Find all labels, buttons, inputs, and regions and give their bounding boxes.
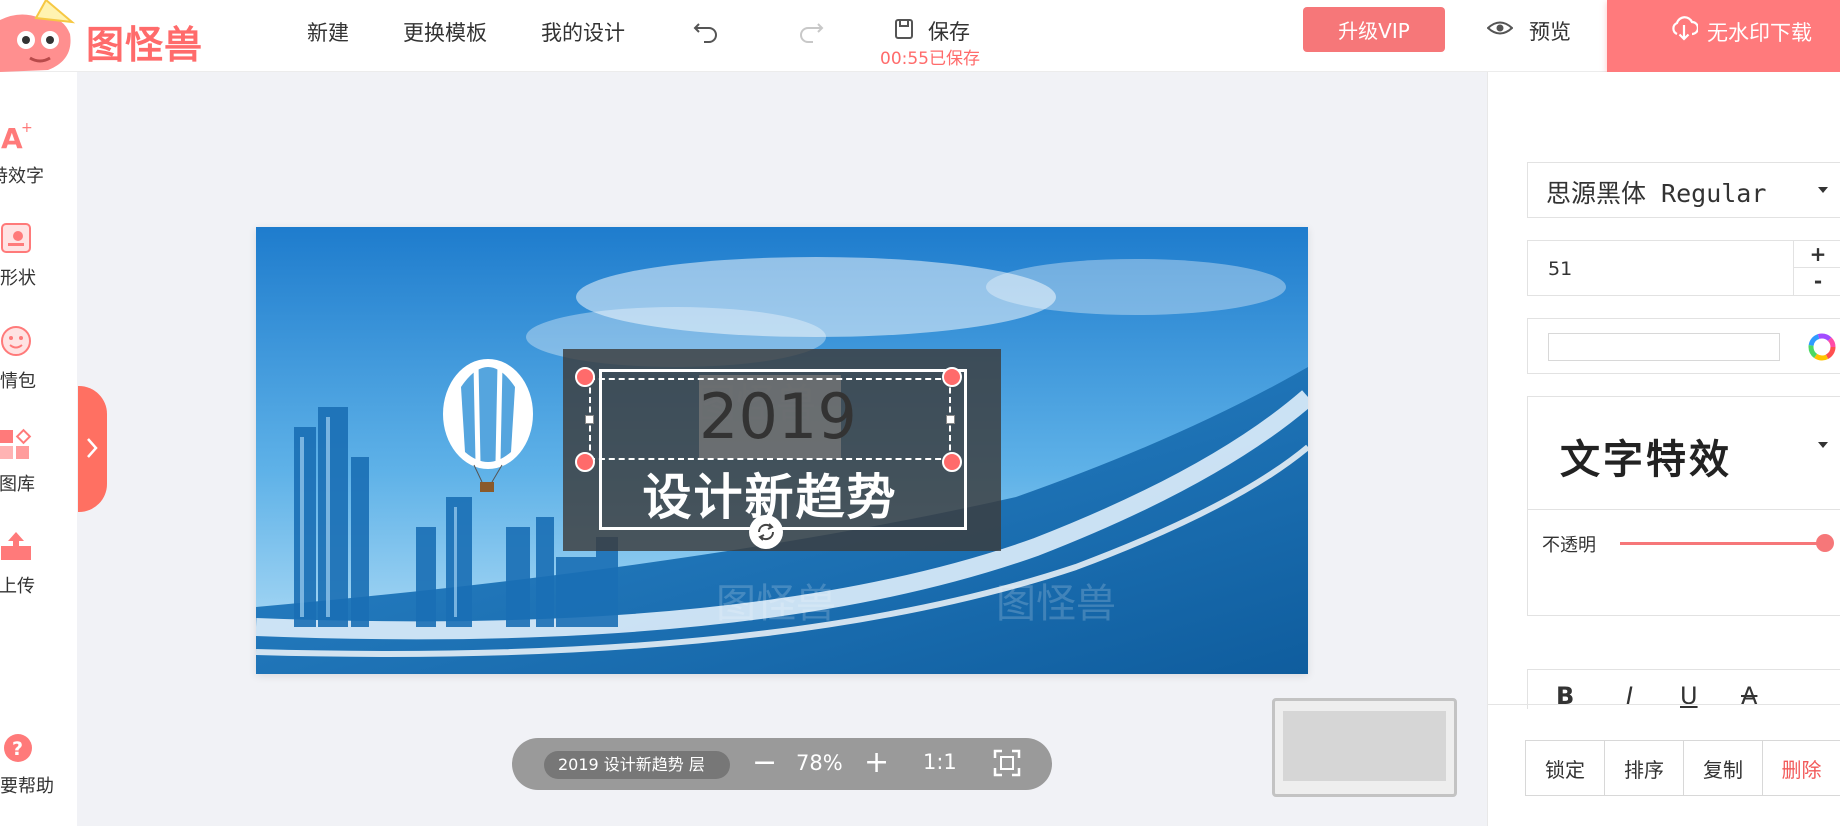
chevron-down-icon[interactable] — [1818, 442, 1828, 448]
save-button[interactable]: 保存 — [928, 16, 970, 46]
sidebar-item-shapes[interactable]: 线条形状 — [0, 222, 77, 302]
font-size-decrease-button[interactable]: - — [1794, 268, 1840, 295]
save-area[interactable]: 保存 00:55已保存 — [880, 14, 1004, 70]
opacity-label: 不透明 — [1542, 535, 1596, 556]
mascot-logo-icon — [0, 0, 76, 72]
fit-screen-icon[interactable] — [992, 748, 1022, 778]
text-effect-select[interactable]: 文字特效 — [1560, 427, 1732, 485]
undo-icon[interactable] — [690, 14, 722, 46]
save-status-text: 00:55已保存 — [880, 49, 980, 69]
copy-button[interactable]: 复制 — [1683, 740, 1763, 796]
sidebar-label-gallery: 图库 — [0, 474, 35, 495]
gallery-icon — [0, 428, 32, 459]
font-family-value: 思源黑体 Regular — [1546, 179, 1767, 208]
help-icon: ? — [4, 734, 32, 762]
eye-icon — [1487, 21, 1513, 35]
cloud-download-icon — [1672, 16, 1698, 41]
watermark-free-download-button[interactable]: 无水印下载 — [1607, 0, 1840, 72]
delete-button[interactable]: 删除 — [1762, 740, 1840, 796]
zoom-out-button[interactable]: − — [752, 746, 777, 780]
redo-icon[interactable] — [795, 14, 827, 46]
resize-handle-left[interactable] — [585, 415, 594, 424]
canvas-minimap[interactable] — [1272, 698, 1457, 797]
svg-text:+: + — [21, 120, 33, 136]
preview-label: 预览 — [1529, 20, 1571, 44]
save-icon[interactable] — [892, 17, 916, 41]
sidebar-item-upload[interactable]: 上传 — [0, 530, 77, 610]
resize-handle-bottom-left[interactable] — [575, 452, 595, 472]
opacity-slider-knob[interactable] — [1816, 534, 1834, 552]
watermark-text: 图怪兽 — [996, 581, 1116, 627]
chevron-right-icon — [87, 438, 98, 458]
sidebar-label-shapes: 线条形状 — [0, 268, 36, 289]
resize-handle-top-left[interactable] — [575, 367, 595, 387]
effect-text-icon: A + — [1, 120, 33, 154]
text-format-toolbar: B I U A — [1527, 669, 1840, 709]
actual-size-button[interactable]: 1:1 — [923, 750, 957, 774]
selection-box[interactable] — [589, 378, 951, 460]
help-label: 需要帮助 — [0, 776, 54, 797]
sidebar-label-emoji: 表情包 — [0, 371, 36, 392]
my-designs-button[interactable]: 我的设计 — [541, 17, 625, 47]
opacity-slider-track[interactable] — [1620, 542, 1826, 545]
new-design-button[interactable]: 新建 — [307, 17, 349, 47]
properties-panel: 思源黑体 Regular 51 + - 文字特效 不透明 B I U A 锁定 … — [1487, 72, 1840, 826]
zoom-level: 78% — [796, 751, 843, 775]
arrange-button[interactable]: 排序 — [1604, 740, 1684, 796]
font-size-stepper: + - — [1793, 241, 1840, 295]
text-effect-panel: 文字特效 不透明 — [1527, 396, 1840, 616]
sidebar-label-upload: 上传 — [0, 576, 35, 597]
top-bar: 图怪兽 新建 更换模板 我的设计 保存 00:55已保存 升级VIP 预览 无水… — [0, 0, 1840, 72]
panel-divider — [1488, 704, 1840, 705]
panel-collapse-tab[interactable] — [78, 386, 107, 512]
shape-icon — [1, 223, 31, 253]
resize-handle-right[interactable] — [946, 415, 955, 424]
change-template-button[interactable]: 更换模板 — [403, 17, 487, 47]
font-family-select[interactable]: 思源黑体 Regular — [1527, 162, 1840, 218]
lock-button[interactable]: 锁定 — [1525, 740, 1605, 796]
zoom-in-button[interactable]: + — [864, 746, 889, 780]
brand-logo-text[interactable]: 图怪兽 — [86, 14, 203, 69]
font-size-field[interactable]: 51 + - — [1527, 240, 1840, 296]
emoji-icon — [1, 326, 31, 356]
minimap-viewport — [1283, 711, 1446, 781]
sidebar-item-emoji[interactable]: 表情包 — [0, 325, 77, 405]
preview-button[interactable]: 预览 — [1487, 14, 1607, 48]
svg-text:A: A — [1, 122, 23, 154]
sidebar-item-effect-text[interactable]: A + 特效字 — [0, 120, 77, 200]
sidebar-label-effect-text: 特效字 — [0, 166, 44, 187]
font-size-value: 51 — [1548, 258, 1573, 280]
upload-icon — [1, 532, 31, 560]
opacity-row: 不透明 — [1528, 509, 1840, 615]
left-sidebar: A + 特效字 线条形状 表情包 图库 上 — [0, 72, 77, 826]
watermark-text: 图怪兽 — [716, 581, 836, 627]
text-color-field — [1527, 318, 1840, 374]
color-wheel-icon[interactable] — [1807, 332, 1837, 362]
resize-handle-top-right[interactable] — [942, 367, 962, 387]
svg-text:?: ? — [12, 738, 23, 760]
chevron-down-icon — [1818, 187, 1828, 193]
zoom-toolbar: 2019 设计新趋势 层 − 78% + 1:1 — [512, 738, 1052, 790]
rotate-icon — [757, 523, 775, 541]
upgrade-vip-button[interactable]: 升级VIP — [1303, 7, 1445, 52]
help-button[interactable]: ? 需要帮助 — [0, 730, 77, 810]
text-color-swatch[interactable] — [1548, 333, 1780, 361]
sidebar-item-gallery[interactable]: 图库 — [0, 428, 77, 508]
rotate-handle[interactable] — [749, 515, 783, 549]
resize-handle-bottom-right[interactable] — [942, 452, 962, 472]
layer-selector[interactable]: 2019 设计新趋势 层 — [544, 751, 730, 779]
download-label: 无水印下载 — [1707, 21, 1812, 45]
font-size-increase-button[interactable]: + — [1794, 241, 1840, 268]
